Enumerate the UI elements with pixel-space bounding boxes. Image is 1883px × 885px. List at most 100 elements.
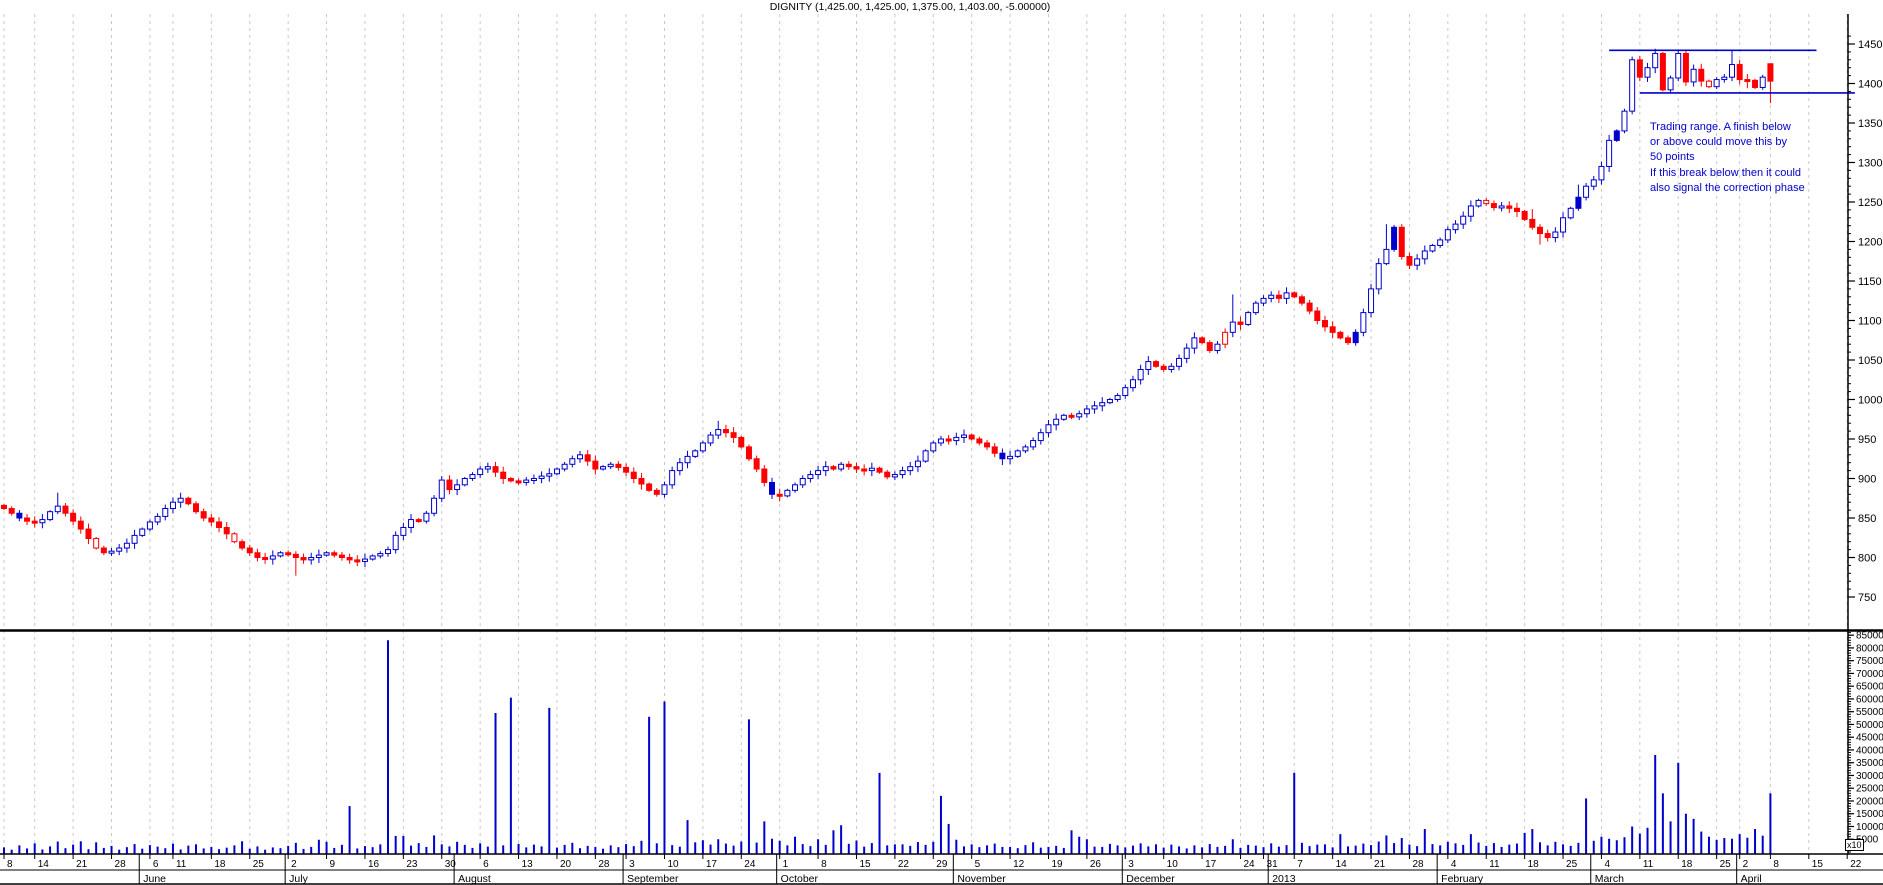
candle-down	[2, 505, 7, 508]
week-tick-label: 10	[1167, 859, 1179, 870]
candle-up	[324, 553, 329, 555]
price-axis-label: 1000	[1858, 395, 1882, 407]
candle-up	[793, 485, 798, 491]
candle-down	[1507, 206, 1512, 208]
candle-down	[224, 527, 229, 533]
candle-down	[86, 529, 91, 538]
candle-down	[501, 472, 506, 478]
candle-up	[1714, 80, 1719, 87]
price-volume-plot[interactable]: 1450140013501300125012001150110010501000…	[0, 0, 1883, 885]
volume-axis-label: 60000	[1856, 694, 1883, 705]
volume-axis-label: 40000	[1856, 745, 1883, 756]
candle-up	[386, 550, 391, 554]
candle-down	[1200, 338, 1205, 343]
candle-up	[601, 467, 606, 469]
candle-up	[132, 535, 137, 543]
candle-up	[578, 455, 583, 459]
week-tick-label: 18	[1681, 859, 1693, 870]
candle-up	[800, 479, 805, 485]
candle-down	[977, 439, 982, 443]
candle-up	[424, 513, 429, 521]
candle-down	[232, 534, 237, 542]
candle-up	[1100, 403, 1105, 406]
candle-down	[616, 464, 621, 467]
candle-up	[938, 439, 943, 443]
candle-up	[1253, 303, 1258, 312]
candle-up	[554, 469, 559, 474]
week-tick-label: 5	[975, 859, 981, 870]
price-axis-label: 1400	[1858, 79, 1882, 91]
month-label: February	[1441, 873, 1484, 885]
volume-axis-label: 15000	[1856, 809, 1883, 820]
week-tick-label: 6	[153, 859, 159, 870]
candle-up	[1000, 453, 1005, 459]
candle-up	[1008, 456, 1013, 458]
candle-down	[1276, 295, 1281, 298]
candle-down	[1346, 338, 1351, 343]
price-axis-label: 1200	[1858, 237, 1882, 249]
candle-down	[1753, 80, 1758, 87]
week-tick-label: 25	[1566, 859, 1578, 870]
candle-up	[278, 553, 283, 556]
candle-down	[347, 558, 352, 560]
candle-down	[32, 521, 37, 523]
candle-up	[1261, 298, 1266, 303]
volume-axis-label: 55000	[1856, 707, 1883, 718]
candle-down	[339, 555, 344, 557]
volume-axis-label: 10000	[1856, 822, 1883, 833]
week-tick-label: 18	[1528, 859, 1540, 870]
candle-up	[923, 451, 928, 461]
candle-down	[754, 459, 759, 469]
candle-up	[485, 467, 490, 469]
candle-down	[240, 542, 245, 548]
candle-up	[1653, 53, 1658, 67]
candle-up	[1553, 232, 1558, 238]
candle-up	[608, 464, 613, 466]
price-axis-label: 850	[1858, 513, 1876, 525]
candle-up	[309, 558, 314, 560]
candle-down	[1238, 322, 1243, 324]
candle-up	[1607, 140, 1612, 166]
candle-up	[1499, 206, 1504, 208]
candle-up	[1568, 208, 1573, 217]
week-tick-label: 11	[1643, 859, 1654, 870]
candle-down	[263, 558, 268, 560]
candle-up	[462, 479, 467, 485]
candle-down	[762, 469, 767, 482]
candle-down	[593, 461, 598, 469]
candle-down	[71, 513, 76, 521]
candle-down	[1407, 257, 1412, 266]
candle-up	[539, 476, 544, 478]
candle-down	[1545, 234, 1550, 238]
candle-up	[1130, 380, 1135, 388]
volume-axis-label: 85000	[1856, 631, 1883, 642]
candle-up	[1031, 441, 1036, 447]
candle-down	[1660, 53, 1665, 89]
candle-up	[1645, 68, 1650, 77]
candle-up	[1576, 197, 1581, 208]
candle-down	[1768, 64, 1773, 81]
month-label: March	[1595, 873, 1624, 885]
week-tick-label: 24	[744, 859, 756, 870]
candle-down	[255, 553, 260, 558]
volume-multiplier-label: x10	[1845, 839, 1864, 851]
candle-up	[1392, 227, 1397, 249]
candle-down	[1737, 65, 1742, 80]
month-label: December	[1126, 873, 1175, 885]
candle-down	[1699, 69, 1704, 81]
candle-up	[1476, 200, 1481, 206]
candle-up	[1023, 447, 1028, 451]
candle-up	[1230, 322, 1235, 332]
candle-up	[170, 502, 175, 508]
candle-down	[94, 539, 99, 548]
candle-up	[1599, 166, 1604, 179]
candle-down	[1207, 343, 1212, 351]
candle-down	[1330, 327, 1335, 333]
candle-down	[647, 484, 652, 490]
candle-down	[1530, 219, 1535, 227]
candle-up	[1561, 218, 1566, 232]
week-tick-label: 11	[176, 859, 187, 870]
month-label: July	[289, 873, 308, 885]
volume-axis-label: 35000	[1856, 758, 1883, 769]
week-tick-label: 25	[253, 859, 265, 870]
